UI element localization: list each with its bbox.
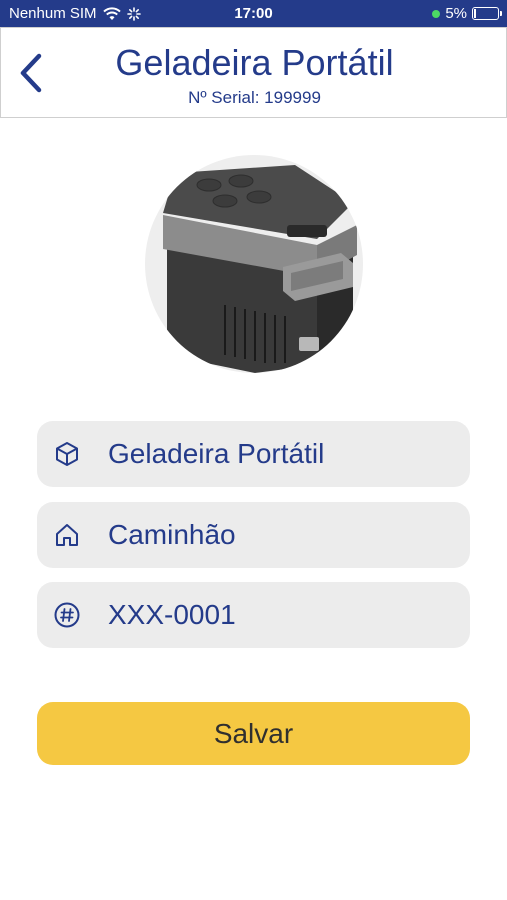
page-title: Geladeira Portátil — [115, 42, 394, 83]
status-bar: Nenhum SIM 17:00 5% — [0, 0, 507, 27]
battery-icon — [472, 7, 502, 20]
status-time: 17:00 — [234, 5, 273, 22]
hashtag-icon — [54, 602, 80, 628]
location-field-value: Caminhão — [108, 519, 236, 550]
serial-number: Nº Serial: 199999 — [188, 88, 321, 107]
home-icon — [56, 524, 78, 546]
status-right: 5% — [432, 5, 502, 22]
cube-icon — [56, 442, 78, 466]
code-field-value: XXX-0001 — [108, 599, 236, 630]
code-field[interactable]: XXX-0001 — [37, 582, 470, 648]
location-field[interactable]: Caminhão — [37, 502, 470, 568]
save-button[interactable]: Salvar — [37, 702, 470, 765]
name-field[interactable]: Geladeira Portátil — [37, 421, 470, 487]
battery-percent: 5% — [445, 5, 467, 22]
charging-dot-icon — [432, 9, 441, 18]
name-field-value: Geladeira Portátil — [108, 438, 325, 469]
portable-fridge-image — [145, 155, 363, 373]
header: Geladeira Portátil Nº Serial: 199999 — [0, 27, 507, 118]
